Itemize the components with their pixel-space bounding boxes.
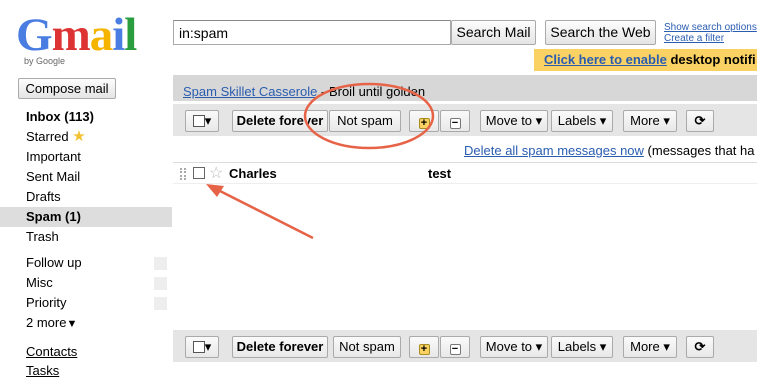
move-to-button[interactable]: Move to ▾ [480,110,548,132]
create-filter-link[interactable]: Create a filter [664,33,757,44]
gmail-logo[interactable]: Gmail by Google [16,12,141,70]
nav-label-misc[interactable]: Misc [0,273,172,293]
nav-spam[interactable]: Spam (1) [0,207,172,227]
delete-forever-button[interactable]: Delete forever [232,336,328,358]
nav-sent-mail[interactable]: Sent Mail [0,167,172,187]
more-label: More [630,113,660,128]
label-name: Priority [26,295,67,310]
refresh-icon: ⟳ [694,339,706,354]
chevron-down-icon: ▾ [663,113,670,128]
nav-trash[interactable]: Trash [0,227,172,247]
move-to-label: Move to [485,113,533,128]
chevron-down-icon: ▾ [663,339,670,354]
chevron-down-icon: ▾ [535,113,543,128]
pointer-arrow-line [215,187,314,240]
search-web-button[interactable]: Search the Web [545,20,656,45]
remove-button[interactable]: − [440,336,470,358]
tasks-link[interactable]: Tasks [26,363,59,378]
nav-inbox[interactable]: Inbox (113) [0,107,172,127]
promo-text: desktop notifi [670,52,756,67]
search-links: Show search options Create a filter [664,22,757,44]
add-star-button[interactable]: + [409,110,439,132]
move-to-label: Move to [485,339,533,354]
message-row[interactable]: ☆ Charles test [173,162,757,184]
by-google-label: by Google [24,56,66,66]
checkbox-icon [192,115,205,127]
labels-button[interactable]: Labels ▾ [551,336,613,358]
pointer-arrow-head [206,184,224,197]
labels-button[interactable]: Labels ▾ [551,110,613,132]
minus-icon: − [449,118,461,129]
delete-all-spam-link[interactable]: Delete all spam messages now [464,143,644,158]
gmail-wordmark: Gmail [16,9,137,61]
more-button[interactable]: More ▾ [623,336,677,358]
refresh-button[interactable]: ⟳ [686,336,714,358]
remove-button[interactable]: − [440,110,470,132]
label-color-swatch[interactable] [154,257,167,270]
refresh-icon: ⟳ [694,113,706,128]
chevron-down-icon: ▾ [204,339,212,354]
label-color-swatch[interactable] [154,297,167,310]
label-name: Misc [26,275,53,290]
chevron-down-icon: ▾ [535,339,543,354]
select-dropdown-button[interactable]: ▾ [185,336,219,358]
web-clip-source-link[interactable]: Spam Skillet Casserole [183,84,317,99]
nav-starred-label: Starred [26,129,69,144]
chevron-down-icon: ▼ [66,318,78,330]
show-search-options-link[interactable]: Show search options [664,22,757,33]
message-checkbox[interactable] [193,167,205,179]
plus-icon: + [418,118,430,129]
nav-label-priority[interactable]: Priority [0,293,172,313]
message-subject: test [428,166,452,181]
more-labels-text: 2 more [26,315,67,330]
nav-drafts[interactable]: Drafts [0,187,172,207]
more-label: More [630,339,660,354]
not-spam-button[interactable]: Not spam [333,336,401,358]
move-to-button[interactable]: Move to ▾ [480,336,548,358]
chevron-down-icon: ▾ [599,339,607,354]
web-clip-text: - Broil until golden [321,84,426,99]
not-spam-button[interactable]: Not spam [329,110,401,132]
compose-mail-button[interactable]: Compose mail [18,78,116,99]
nav-label-follow-up[interactable]: Follow up [0,253,172,273]
enable-notifications-link[interactable]: Click here to enable [544,52,667,67]
message-sender: Charles [229,166,277,181]
contacts-link[interactable]: Contacts [26,344,77,359]
spam-notice-text: (messages that ha [647,143,755,158]
label-color-swatch[interactable] [154,277,167,290]
labels-label: Labels [557,113,597,128]
plus-icon: + [418,344,430,355]
drag-handle-icon[interactable] [180,168,186,180]
star-icon: ★ [72,128,86,145]
search-mail-button[interactable]: Search Mail [451,20,536,45]
top-toolbar: ▾ Delete forever Not spam + − Move to ▾ … [173,104,757,136]
minus-icon: − [449,344,461,355]
bottom-toolbar: ▾ Delete forever Not spam + − Move to ▾ … [173,330,757,362]
delete-forever-button[interactable]: Delete forever [232,110,328,132]
desktop-notification-promo: Click here to enable desktop notifi [534,49,757,71]
chevron-down-icon: ▾ [599,113,607,128]
refresh-button[interactable]: ⟳ [686,110,714,132]
nav-more-labels[interactable]: 2 more▼ [0,313,172,333]
nav-starred[interactable]: Starred ★ [0,127,172,147]
nav-important[interactable]: Important [0,147,172,167]
search-input[interactable] [173,20,451,45]
label-name: Follow up [26,255,82,270]
checkbox-icon [192,341,205,353]
chevron-down-icon: ▾ [204,113,212,128]
more-button[interactable]: More ▾ [623,110,677,132]
spam-notice: Delete all spam messages now (messages t… [464,143,755,158]
select-dropdown-button[interactable]: ▾ [185,110,219,132]
star-icon[interactable]: ☆ [209,163,223,183]
labels-label: Labels [557,339,597,354]
add-star-button[interactable]: + [409,336,439,358]
web-clip: Spam Skillet Casserole - Broil until gol… [183,84,425,99]
